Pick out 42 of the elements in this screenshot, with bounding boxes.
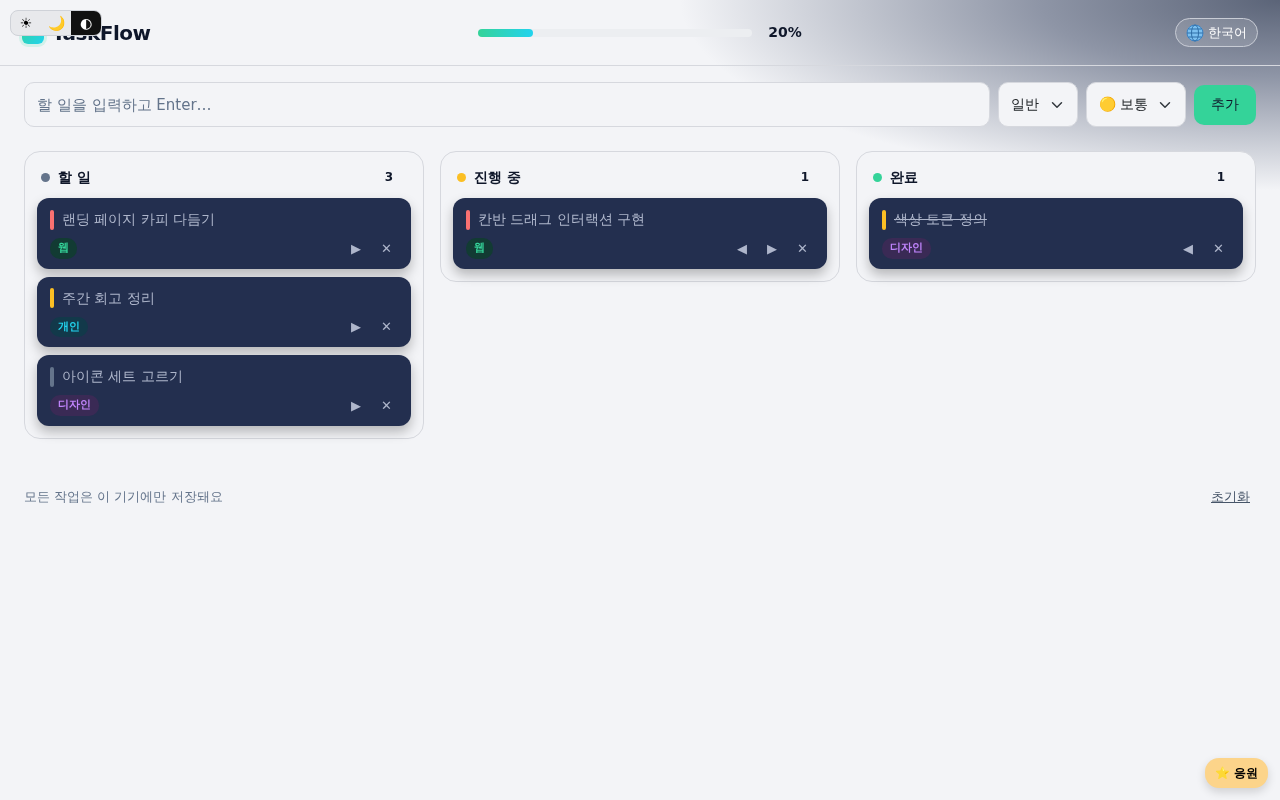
task-title: 칸반 드래그 인터랙션 구현 — [478, 210, 646, 229]
globe-icon — [1186, 23, 1204, 42]
reset-link[interactable]: 초기화 — [1211, 486, 1250, 506]
move-right-button[interactable]: ▶ — [345, 398, 368, 412]
task-count: 1 — [1216, 169, 1226, 186]
task-card[interactable]: 주간 회고 정리 개인 ▶ ✕ — [37, 276, 411, 347]
storage-note: 모든 작업은 이 기기에만 저장돼요 — [24, 487, 223, 506]
move-right-button[interactable]: ▶ — [345, 320, 368, 334]
tag-label: 웹 — [466, 238, 493, 259]
delete-button[interactable]: ✕ — [1207, 241, 1230, 255]
task-title: 색상 토큰 정의 — [894, 210, 987, 229]
task-title: 랜딩 페이지 카피 다듬기 — [62, 210, 216, 229]
task-title: 아이콘 세트 고르기 — [62, 367, 183, 386]
task-title: 주간 회고 정리 — [62, 288, 155, 308]
task-card[interactable]: 아이콘 세트 고르기 디자인 ▶ ✕ — [37, 355, 411, 426]
sun-theme-button[interactable]: ☀ — [11, 11, 41, 35]
tag-label: 개인 — [50, 316, 88, 337]
cheer-button[interactable]: ⭐ 응원 — [1204, 758, 1268, 788]
move-right-button[interactable]: ▶ — [345, 241, 368, 255]
progress-reading: 20% — [768, 23, 802, 42]
tag-label: 웹 — [50, 238, 77, 259]
tag-label: 디자인 — [50, 395, 99, 416]
category-select[interactable]: 일반 — [998, 82, 1078, 127]
priority-select[interactable]: 🟡 보통 — [1086, 82, 1186, 127]
delete-button[interactable]: ✕ — [375, 398, 398, 412]
column-title: 할 일 — [58, 167, 92, 187]
move-right-button[interactable]: ▶ — [761, 241, 784, 255]
move-left-button[interactable]: ◀ — [731, 241, 754, 255]
add-button[interactable]: 추가 — [1194, 84, 1256, 125]
delete-button[interactable]: ✕ — [791, 241, 814, 255]
delete-button[interactable]: ✕ — [375, 241, 398, 255]
move-left-button[interactable]: ◀ — [1177, 241, 1200, 255]
column-title: 진행 중 — [474, 167, 522, 187]
delete-button[interactable]: ✕ — [375, 320, 398, 334]
task-card[interactable]: 랜딩 페이지 카피 다듬기 웹 ▶ ✕ — [37, 198, 411, 269]
tag-label: 디자인 — [882, 238, 931, 259]
task-card[interactable]: 색상 토큰 정의 디자인 ◀ ✕ — [869, 198, 1243, 269]
task-count: 3 — [384, 169, 394, 186]
task-input-field[interactable]: 할 일을 입력하고 Enter… — [24, 82, 991, 127]
task-count: 1 — [800, 169, 810, 186]
column-title: 완료 — [890, 167, 919, 187]
task-card[interactable]: 칸반 드래그 인터랙션 구현 웹 ◀ ▶ ✕ — [453, 198, 827, 269]
